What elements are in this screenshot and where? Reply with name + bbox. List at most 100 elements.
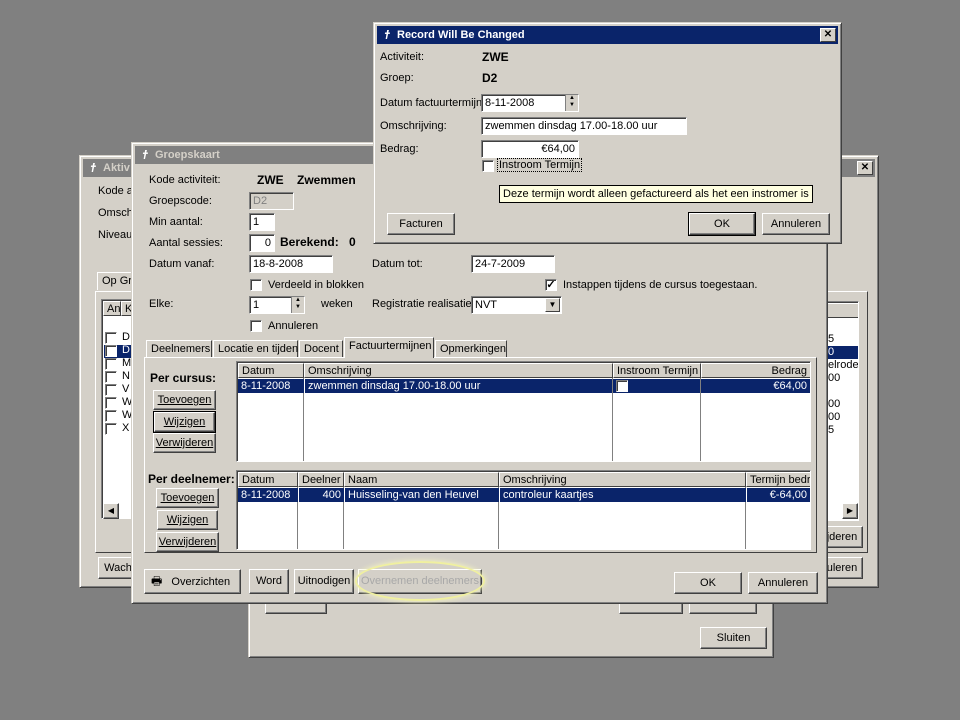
overzichten-button[interactable]: 🖶 Overzichten — [144, 569, 241, 594]
spin-updown-icon[interactable]: ▲ ▼ — [565, 95, 578, 111]
omschrijving-label: Omschrijving: — [380, 120, 447, 132]
aktiviteit-right-list[interactable]: 5 0 elrode 00 00 00 5 — [825, 301, 859, 521]
list-item-code: N — [122, 370, 130, 382]
list-item-code: D — [122, 331, 130, 343]
datum-factuurtermijn-field[interactable]: 8-11-2008 ▲ ▼ — [481, 94, 579, 112]
kode-activiteit-name: Zwemmen — [297, 173, 356, 187]
tab-locatie-en-tijden[interactable]: Locatie en tijden — [213, 340, 298, 358]
groepskaart-annuleren-button[interactable]: Annuleren — [748, 572, 818, 594]
cursus-header-omschrijving[interactable]: Omschrijving — [304, 363, 613, 378]
sluiten-button[interactable]: Sluiten — [700, 627, 767, 649]
facturen-button[interactable]: Facturen — [387, 213, 455, 235]
cursus-instroom-checkbox[interactable] — [616, 380, 628, 392]
tab-opmerkingen[interactable]: Opmerkingen — [435, 340, 507, 358]
scroll-right-button[interactable]: ▶ — [842, 503, 858, 519]
list-item-checkbox[interactable] — [105, 358, 117, 370]
list-item-checkbox[interactable] — [105, 384, 117, 396]
elke-value: 1 — [253, 299, 260, 311]
aktiviteit-right-values: 5 0 elrode 00 00 00 5 — [828, 333, 858, 437]
uitnodigen-button[interactable]: Uitnodigen — [294, 569, 354, 594]
registratie-value: NVT — [475, 299, 497, 311]
instroom-tooltip: Deze termijn wordt alleen gefactureerd a… — [499, 185, 813, 203]
chevron-down-icon[interactable]: ▼ — [545, 298, 560, 312]
toevoegen-cursus-button[interactable]: Toevoegen — [153, 390, 216, 410]
cursus-header-bedrag[interactable]: Bedrag — [701, 363, 810, 378]
record-ok-button[interactable]: OK — [688, 212, 756, 236]
datum-vanaf-field[interactable]: 18-8-2008 — [249, 255, 333, 273]
aktiviteit-label-kode: Kode a — [98, 185, 133, 197]
weken-label: weken — [321, 298, 353, 310]
deelnemer-header-datum[interactable]: Datum — [238, 472, 298, 487]
list-item-checkbox[interactable] — [105, 371, 117, 383]
deelnemer-header-omschrijving[interactable]: Omschrijving — [499, 472, 746, 487]
list-item-checkbox[interactable] — [105, 332, 117, 344]
tab-deelnemers[interactable]: Deelnemers — [146, 340, 212, 358]
scroll-left-button[interactable]: ◀ — [103, 503, 119, 519]
list-item-checkbox[interactable] — [105, 423, 117, 435]
deelnemer-header-naam[interactable]: Naam — [344, 472, 499, 487]
verdeeld-label: Verdeeld in blokken — [268, 279, 365, 291]
app-icon: ϯ — [142, 148, 148, 162]
elke-field[interactable]: 1 ▲ ▼ — [249, 296, 305, 314]
berekend-label: Berekend: — [280, 235, 339, 249]
close-icon[interactable]: ✕ — [820, 28, 836, 42]
app-icon: ϯ — [90, 161, 96, 175]
spin-updown-icon[interactable]: ▲ ▼ — [291, 297, 304, 313]
cursus-grid[interactable]: Datum Omschrijving Instroom Termijn Bedr… — [236, 361, 811, 462]
cursus-cell-bedrag: €64,00 — [701, 379, 810, 393]
tab-docent[interactable]: Docent — [299, 340, 343, 358]
list-item-code: X — [122, 422, 130, 434]
word-button[interactable]: Word — [249, 569, 289, 594]
datum-tot-label: Datum tot: — [372, 258, 423, 270]
toevoegen-deelnemer-button[interactable]: Toevoegen — [156, 488, 219, 508]
deelnemer-grid[interactable]: Datum Deelner Naam Omschrijving Termijn … — [236, 470, 811, 550]
bedrag-field[interactable]: €64,00 — [481, 140, 579, 158]
kode-activiteit-label: Kode activiteit: — [149, 174, 221, 186]
omschrijving-field[interactable]: zwemmen dinsdag 17.00-18.00 uur — [481, 117, 687, 135]
berekend-value: 0 — [349, 235, 356, 249]
aktiviteit-right-list-header[interactable] — [827, 303, 858, 318]
bedrag-label: Bedrag: — [380, 143, 419, 155]
list-item-code: D — [122, 344, 130, 356]
verwijderen-deelnemer-button[interactable]: Verwijderen — [156, 532, 219, 552]
verwijderen-cursus-button[interactable]: Verwijderen — [153, 433, 216, 453]
min-aantal-label: Min aantal: — [149, 216, 203, 228]
datum-tot-field[interactable]: 24-7-2009 — [471, 255, 555, 273]
deelnemer-header-deelnemer[interactable]: Deelner — [298, 472, 344, 487]
registratie-select[interactable]: NVT ▼ — [471, 296, 562, 314]
aktiviteit-list-header-an[interactable]: An — [103, 301, 121, 316]
activiteit-value: ZWE — [482, 50, 509, 64]
list-item-value: 00 — [828, 372, 841, 384]
list-item-checkbox[interactable] — [105, 410, 117, 422]
min-aantal-field[interactable]: 1 — [249, 213, 275, 231]
instroom-termijn-label: Instroom Termijn — [496, 158, 583, 172]
cursus-cell-instroom — [613, 379, 700, 393]
elke-label: Elke: — [149, 298, 174, 310]
list-item-value: 5 — [828, 424, 835, 436]
table-row[interactable]: 8-11-2008 zwemmen dinsdag 17.00-18.00 uu… — [238, 379, 810, 393]
list-item-checkbox[interactable] — [105, 345, 117, 357]
aantal-sessies-field[interactable]: 0 — [249, 234, 275, 252]
instroom-termijn-checkbox[interactable] — [482, 160, 494, 172]
table-row[interactable]: 8-11-2008 400 Huisseling-van den Heuvel … — [238, 488, 810, 502]
groepscode-field[interactable]: D2 — [249, 192, 294, 210]
groepskaart-ok-button[interactable]: OK — [674, 572, 742, 594]
tab-op-groepen[interactable]: Op Gr — [97, 272, 133, 290]
groep-label: Groep: — [380, 72, 414, 84]
close-icon[interactable]: ✕ — [857, 161, 873, 175]
datum-factuurtermijn-label: Datum factuurtermijn: — [380, 97, 486, 109]
record-annuleren-button[interactable]: Annuleren — [762, 213, 830, 235]
cursus-header-datum[interactable]: Datum — [238, 363, 304, 378]
verdeeld-checkbox[interactable] — [250, 279, 262, 291]
aktiviteit-title: Aktiv — [103, 162, 130, 174]
deelnemer-header-termijn[interactable]: Termijn bedr — [746, 472, 810, 487]
instappen-checkbox[interactable]: ✓ — [545, 279, 557, 291]
wijzigen-cursus-button[interactable]: Wijzigen — [153, 411, 216, 433]
cursus-header-instroom[interactable]: Instroom Termijn — [613, 363, 701, 378]
annuleren-checkbox[interactable] — [250, 320, 262, 332]
list-item-code: V — [122, 383, 130, 395]
list-item-checkbox[interactable] — [105, 397, 117, 409]
instappen-label: Instappen tijdens de cursus toegestaan. — [563, 279, 758, 291]
tab-factuurtermijnen[interactable]: Factuurtermijnen — [344, 337, 434, 358]
wijzigen-deelnemer-button[interactable]: Wijzigen — [157, 510, 218, 530]
